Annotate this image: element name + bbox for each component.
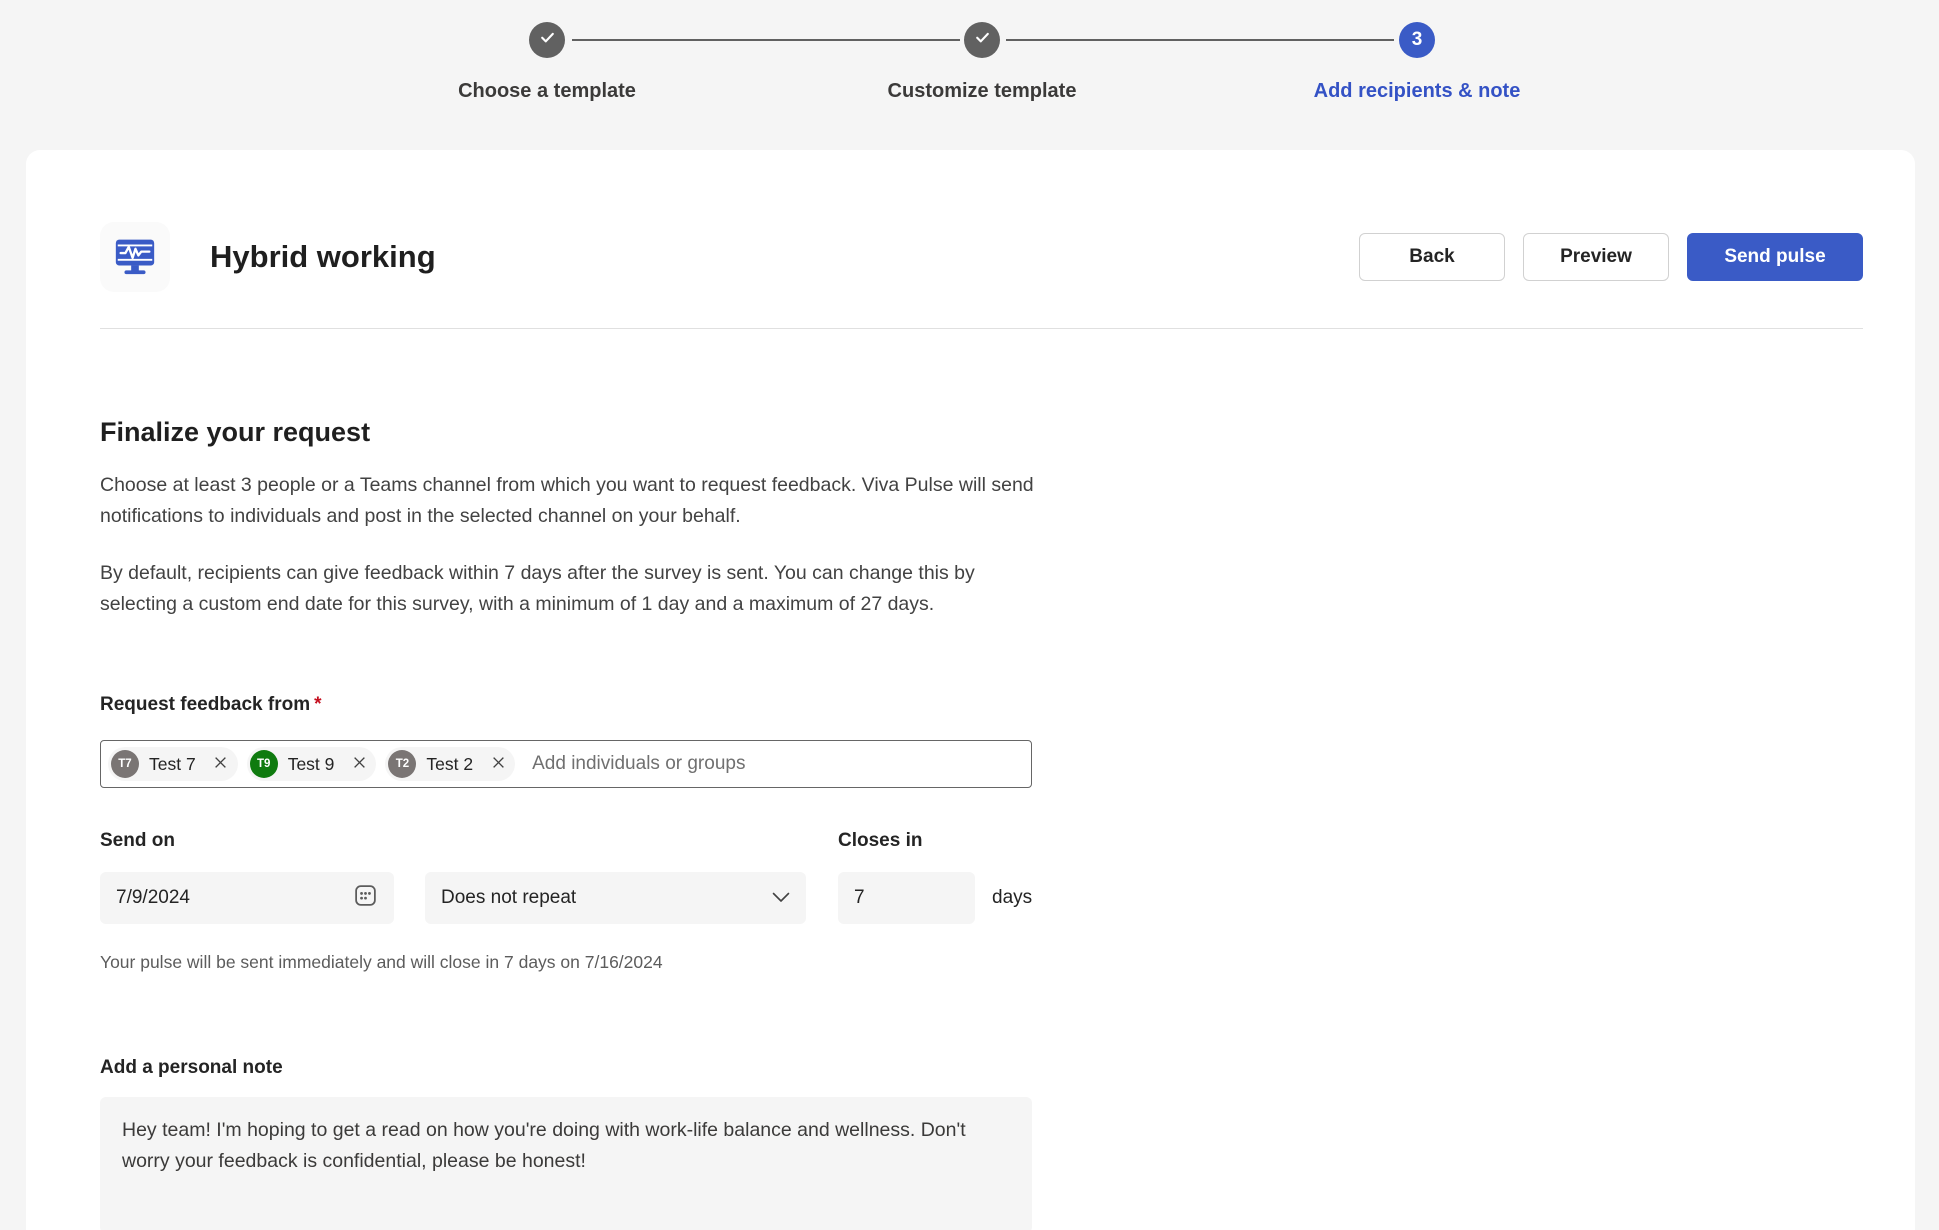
send-pulse-button[interactable]: Send pulse bbox=[1687, 233, 1863, 281]
close-icon bbox=[214, 756, 227, 772]
header-buttons: Back Preview Send pulse bbox=[1359, 233, 1863, 281]
recipient-name: Test 7 bbox=[149, 754, 196, 775]
personal-note-label: Add a personal note bbox=[100, 1057, 1863, 1079]
main-card: Hybrid working Back Preview Send pulse F… bbox=[26, 150, 1915, 1230]
finalize-heading: Finalize your request bbox=[100, 417, 1863, 448]
recipient-name: Test 2 bbox=[426, 754, 473, 775]
remove-recipient-button[interactable] bbox=[208, 751, 234, 777]
header-divider bbox=[100, 328, 1863, 329]
chevron-down-icon bbox=[772, 887, 790, 909]
recipient-pill: T9 Test 9 bbox=[247, 747, 377, 781]
repeat-column: Does not repeat bbox=[394, 872, 806, 924]
send-on-label: Send on bbox=[100, 830, 394, 852]
wizard-stepper: 3 Choose a template Customize template A… bbox=[0, 0, 1939, 150]
close-icon bbox=[492, 756, 505, 772]
schedule-helper-text: Your pulse will be sent immediately and … bbox=[100, 952, 1863, 973]
repeat-dropdown[interactable]: Does not repeat bbox=[425, 872, 806, 924]
template-icon-tile bbox=[100, 222, 170, 292]
request-feedback-label: Request feedback from* bbox=[100, 694, 1863, 716]
back-button[interactable]: Back bbox=[1359, 233, 1505, 281]
finalize-paragraph-1: Choose at least 3 people or a Teams chan… bbox=[100, 470, 1040, 532]
send-on-date-value: 7/9/2024 bbox=[116, 887, 353, 909]
page-title: Hybrid working bbox=[210, 239, 1359, 275]
avatar: T2 bbox=[388, 750, 416, 778]
avatar: T7 bbox=[111, 750, 139, 778]
days-unit-label: days bbox=[992, 887, 1032, 924]
schedule-row: Send on 7/9/2024 Does not repeat bbox=[100, 830, 1863, 924]
preview-button[interactable]: Preview bbox=[1523, 233, 1669, 281]
remove-recipient-button[interactable] bbox=[485, 751, 511, 777]
step-connector bbox=[1006, 39, 1394, 41]
pulse-monitor-icon bbox=[112, 232, 158, 283]
step-2-indicator[interactable] bbox=[964, 22, 1000, 58]
personal-note-textarea[interactable]: Hey team! I'm hoping to get a read on ho… bbox=[100, 1097, 1032, 1230]
repeat-selected-value: Does not repeat bbox=[441, 887, 772, 909]
closes-in-label: Closes in bbox=[838, 830, 975, 852]
check-icon bbox=[539, 29, 556, 51]
recipient-pill: T7 Test 7 bbox=[108, 747, 238, 781]
step-3-indicator[interactable]: 3 bbox=[1399, 22, 1435, 58]
calendar-icon[interactable] bbox=[353, 883, 378, 914]
remove-recipient-button[interactable] bbox=[346, 751, 372, 777]
step-2-label[interactable]: Customize template bbox=[888, 80, 1077, 103]
required-asterisk: * bbox=[314, 694, 321, 715]
step-3-label: Add recipients & note bbox=[1314, 80, 1521, 103]
finalize-paragraph-2: By default, recipients can give feedback… bbox=[100, 558, 1040, 620]
header-row: Hybrid working Back Preview Send pulse bbox=[100, 222, 1863, 292]
closes-in-column: Closes in 7 bbox=[838, 830, 975, 924]
step-connector bbox=[572, 39, 960, 41]
closes-in-value: 7 bbox=[854, 887, 959, 909]
send-on-date-field[interactable]: 7/9/2024 bbox=[100, 872, 394, 924]
add-recipients-input[interactable] bbox=[532, 753, 1024, 775]
avatar: T9 bbox=[250, 750, 278, 778]
step-3-number: 3 bbox=[1412, 29, 1423, 51]
recipient-pill: T2 Test 2 bbox=[385, 747, 515, 781]
closes-in-field[interactable]: 7 bbox=[838, 872, 975, 924]
check-icon bbox=[974, 29, 991, 51]
step-1-indicator[interactable] bbox=[529, 22, 565, 58]
recipients-picker[interactable]: T7 Test 7 T9 Test 9 T2 Test 2 bbox=[100, 740, 1032, 788]
step-1-label[interactable]: Choose a template bbox=[458, 80, 636, 103]
recipient-name: Test 9 bbox=[288, 754, 335, 775]
send-on-column: Send on 7/9/2024 bbox=[100, 830, 394, 924]
close-icon bbox=[353, 756, 366, 772]
